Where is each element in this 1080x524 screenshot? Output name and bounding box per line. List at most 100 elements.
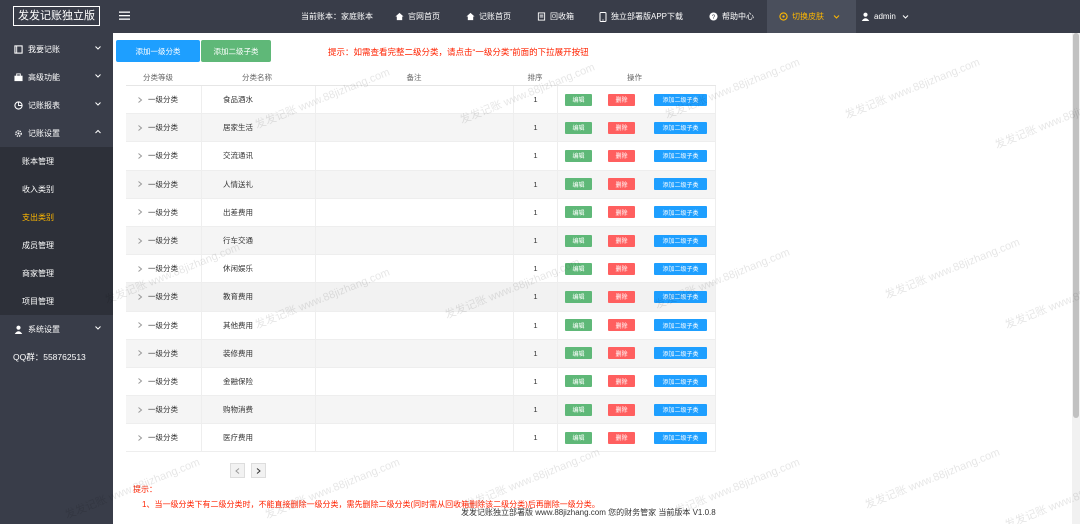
level-cell: 一级分类: [126, 263, 201, 274]
sidebar-subitem-members[interactable]: 成员管理: [0, 231, 113, 259]
recycle-bin-icon: [537, 12, 546, 21]
expand-arrow-icon[interactable]: [137, 434, 143, 441]
sort-cell: 1: [513, 396, 557, 424]
add-child-button[interactable]: 添加二级子类: [654, 206, 707, 219]
add-child-button[interactable]: 添加二级子类: [654, 93, 707, 106]
add-level2-button[interactable]: 添加二级子类: [201, 40, 271, 62]
add-child-button[interactable]: 添加二级子类: [654, 431, 707, 444]
nav-app-download[interactable]: 独立部署版APP下载: [599, 0, 683, 33]
add-child-button[interactable]: 添加二级子类: [654, 347, 707, 360]
expand-arrow-icon[interactable]: [137, 406, 143, 413]
expand-arrow-icon[interactable]: [137, 181, 143, 188]
level-cell: 一级分类: [126, 348, 201, 359]
edit-button[interactable]: 编辑: [565, 93, 592, 106]
sidebar-subitem-projects[interactable]: 项目管理: [0, 287, 113, 315]
delete-button[interactable]: 删除: [608, 403, 635, 416]
name-cell: 食品酒水: [201, 86, 315, 114]
level-cell: 一级分类: [126, 376, 201, 387]
sidebar-item-reports[interactable]: 记账报表: [0, 91, 113, 119]
edit-button[interactable]: 编辑: [565, 375, 592, 388]
nav-official-home[interactable]: 官网首页: [395, 0, 440, 33]
prev-page-button[interactable]: [230, 463, 245, 478]
nav-recycle-bin[interactable]: 回收箱: [537, 0, 574, 33]
add-child-button[interactable]: 添加二级子类: [654, 403, 707, 416]
expand-arrow-icon[interactable]: [137, 153, 143, 159]
level-label: 一级分类: [148, 236, 178, 246]
add-child-button[interactable]: 添加二级子类: [654, 178, 707, 191]
edit-button[interactable]: 编辑: [565, 262, 592, 275]
nav-help-center[interactable]: ? 帮助中心: [709, 0, 754, 33]
note-cell: [315, 170, 513, 198]
expand-arrow-icon[interactable]: [137, 322, 143, 328]
nav-bookkeeping-home[interactable]: 记账首页: [466, 0, 511, 33]
edit-button[interactable]: 编辑: [565, 178, 592, 191]
expand-arrow-icon[interactable]: [137, 265, 143, 272]
add-level1-button[interactable]: 添加一级分类: [116, 40, 200, 62]
add-child-button[interactable]: 添加二级子类: [654, 234, 707, 247]
edit-button[interactable]: 编辑: [565, 149, 592, 162]
delete-button[interactable]: 删除: [608, 375, 635, 388]
add-child-button[interactable]: 添加二级子类: [654, 149, 707, 162]
edit-button[interactable]: 编辑: [565, 431, 592, 444]
delete-button[interactable]: 删除: [608, 234, 635, 247]
add-child-button[interactable]: 添加二级子类: [654, 262, 707, 275]
nav-label: 独立部署版APP下载: [611, 12, 684, 21]
actions-cell: 编辑 删除 添加二级子类: [557, 114, 716, 142]
delete-button[interactable]: 删除: [608, 206, 635, 219]
delete-button[interactable]: 删除: [608, 431, 635, 444]
edit-button[interactable]: 编辑: [565, 121, 592, 134]
actions-cell: 编辑 删除 添加二级子类: [557, 367, 716, 396]
add-child-button[interactable]: 添加二级子类: [654, 375, 707, 388]
delete-button[interactable]: 删除: [608, 319, 635, 332]
sidebar-item-advanced[interactable]: 高级功能: [0, 63, 113, 91]
sidebar-subitem-books[interactable]: 账本管理: [0, 147, 113, 175]
table-row: 一级分类 其他费用 1 编辑 删除 添加二级子类: [126, 311, 716, 340]
actions-cell: 编辑 删除 添加二级子类: [557, 142, 716, 170]
user-menu[interactable]: admin: [861, 0, 913, 33]
expand-arrow-icon[interactable]: [137, 237, 143, 244]
add-child-button[interactable]: 添加二级子类: [654, 121, 707, 134]
note-cell: [315, 86, 513, 114]
expand-arrow-icon[interactable]: [137, 96, 143, 103]
delete-button[interactable]: 删除: [608, 121, 635, 134]
expand-arrow-icon[interactable]: [137, 209, 143, 216]
sort-cell: 1: [513, 198, 557, 226]
edit-button[interactable]: 编辑: [565, 403, 592, 416]
expand-arrow-icon[interactable]: [137, 124, 143, 131]
sidebar-subitem-merchants[interactable]: 商家管理: [0, 259, 113, 287]
delete-button[interactable]: 删除: [608, 93, 635, 106]
delete-button[interactable]: 删除: [608, 149, 635, 162]
add-child-button[interactable]: 添加二级子类: [654, 319, 707, 332]
sidebar-item-settings[interactable]: 记账设置: [0, 119, 113, 147]
edit-button[interactable]: 编辑: [565, 206, 592, 219]
app-logo[interactable]: 发发记账独立版: [13, 6, 100, 26]
expand-hint: 提示：如需查看完整二级分类，请点击“一级分类”前面的下拉展开按钮: [328, 47, 589, 57]
add-child-button[interactable]: 添加二级子类: [654, 290, 707, 303]
edit-button[interactable]: 编辑: [565, 319, 592, 332]
delete-button[interactable]: 删除: [608, 347, 635, 360]
sidebar-subitem-income-categories[interactable]: 收入类别: [0, 175, 113, 203]
sidebar-subitem-expense-categories[interactable]: 支出类别: [0, 203, 113, 231]
edit-button[interactable]: 编辑: [565, 234, 592, 247]
scrollbar-thumb[interactable]: [1073, 33, 1079, 418]
current-book[interactable]: 当前账本：家庭账本: [301, 0, 373, 33]
vertical-scrollbar[interactable]: [1072, 33, 1080, 524]
expand-arrow-icon[interactable]: [137, 350, 143, 357]
delete-button[interactable]: 删除: [608, 178, 635, 191]
expand-arrow-icon[interactable]: [137, 378, 143, 385]
expand-arrow-icon[interactable]: [137, 294, 143, 300]
actions-cell: 编辑 删除 添加二级子类: [557, 86, 716, 114]
sidebar-item-system[interactable]: 系统设置: [0, 315, 113, 343]
edit-button[interactable]: 编辑: [565, 347, 592, 360]
sidebar-item-bookkeeping[interactable]: 我要记账: [0, 35, 113, 63]
switch-skin[interactable]: 切换皮肤: [767, 0, 856, 33]
table-row: 一级分类 出差费用 1 编辑 删除 添加二级子类: [126, 198, 716, 227]
delete-button[interactable]: 删除: [608, 262, 635, 275]
edit-button[interactable]: 编辑: [565, 290, 592, 303]
table-row: 一级分类 休闲娱乐 1 编辑 删除 添加二级子类: [126, 255, 716, 284]
nav-label: 帮助中心: [722, 12, 754, 21]
next-page-button[interactable]: [251, 463, 266, 478]
delete-button[interactable]: 删除: [608, 290, 635, 303]
menu-toggle-icon[interactable]: [119, 10, 130, 21]
level-label: 一级分类: [148, 264, 178, 274]
